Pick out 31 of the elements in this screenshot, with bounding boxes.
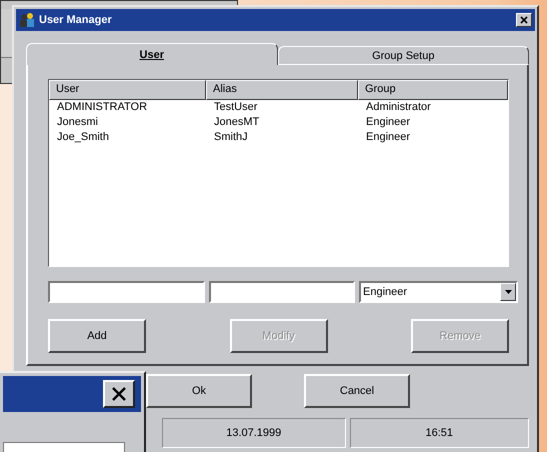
cancel-button[interactable]: Cancel	[304, 374, 410, 408]
table-cell-text: TestUser	[213, 100, 258, 115]
column-header[interactable]: Group	[358, 80, 508, 100]
group-dropdown[interactable]: Engineer	[359, 281, 518, 303]
alias-input-field[interactable]	[209, 281, 355, 303]
status-date: 13.07.1999	[162, 418, 346, 448]
table-cell-text: ADMINISTRATOR	[56, 100, 148, 115]
user-input-field[interactable]	[48, 281, 205, 303]
table-cell-text: Engineer	[365, 130, 412, 145]
ok-button[interactable]: Ok	[146, 374, 252, 408]
column-header[interactable]: Alias	[206, 80, 358, 100]
close-button[interactable]	[516, 13, 532, 27]
input-field[interactable]	[3, 442, 125, 452]
users-icon	[19, 12, 35, 28]
table-cell-text: SmithJ	[213, 130, 249, 145]
add-button[interactable]: Add	[48, 319, 146, 353]
table-cell-text: Joe_Smith	[56, 130, 110, 145]
tab[interactable]: User	[26, 43, 278, 65]
table-cell-text: Jonesmi	[56, 115, 99, 130]
column-header[interactable]: User	[49, 80, 206, 100]
table-cell-text: JonesMT	[213, 115, 260, 130]
window-title: User Manager	[39, 14, 112, 26]
status-time: 16:51	[350, 418, 529, 448]
table-cell-text: Administrator	[365, 100, 432, 115]
close-icon	[111, 387, 127, 401]
table-cell-text: Engineer	[365, 115, 412, 130]
close-button[interactable]	[103, 380, 135, 408]
tab[interactable]: Group Setup	[278, 46, 529, 65]
dropdown-button[interactable]	[500, 283, 516, 301]
close-icon	[520, 16, 528, 24]
caret-icon	[504, 290, 512, 294]
